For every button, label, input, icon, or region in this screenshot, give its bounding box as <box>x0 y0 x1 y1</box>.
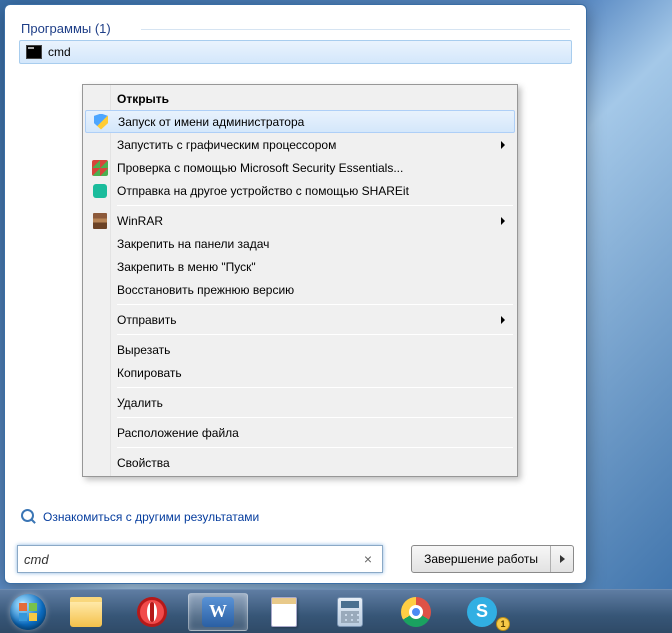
see-more-results-link[interactable]: Ознакомиться с другими результатами <box>21 509 259 525</box>
menu-item[interactable]: Отправить <box>85 308 515 331</box>
menu-item-label: Восстановить прежнюю версию <box>117 283 294 297</box>
menu-item[interactable]: WinRAR <box>85 209 515 232</box>
see-more-label: Ознакомиться с другими результатами <box>43 510 259 524</box>
search-result-cmd[interactable]: cmd <box>19 40 572 64</box>
folder-icon <box>70 597 102 627</box>
skype-icon: S <box>467 597 497 627</box>
start-footer: × Завершение работы <box>17 545 574 573</box>
chevron-right-icon <box>501 141 505 149</box>
search-input[interactable] <box>24 552 360 567</box>
shutdown-label[interactable]: Завершение работы <box>412 546 551 572</box>
menu-item-label: Запуск от имени администратора <box>118 115 304 129</box>
menu-separator <box>117 447 513 448</box>
menu-item[interactable]: Открыть <box>85 87 515 110</box>
menu-separator <box>117 387 513 388</box>
search-icon <box>21 509 37 525</box>
opera-icon <box>137 597 167 627</box>
clear-search-icon[interactable]: × <box>360 551 376 567</box>
taskbar-opera[interactable] <box>122 593 182 631</box>
menu-item-label: Удалить <box>117 396 163 410</box>
menu-item[interactable]: Свойства <box>85 451 515 474</box>
chevron-right-icon <box>501 217 505 225</box>
menu-separator <box>117 334 513 335</box>
menu-item-label: Закрепить на панели задач <box>117 237 269 251</box>
search-box[interactable]: × <box>17 545 383 573</box>
menu-item-label: Открыть <box>117 92 169 106</box>
notification-badge: 1 <box>496 617 510 631</box>
search-result-label: cmd <box>48 45 71 59</box>
chevron-right-icon <box>560 555 565 563</box>
menu-item-label: Свойства <box>117 456 170 470</box>
chrome-icon <box>401 597 431 627</box>
start-button[interactable] <box>6 592 50 632</box>
menu-item[interactable]: Расположение файла <box>85 421 515 444</box>
menu-item-label: Запустить с графическим процессором <box>117 138 336 152</box>
taskbar-calculator[interactable] <box>320 593 380 631</box>
word-icon: W <box>202 597 234 627</box>
taskbar-explorer[interactable] <box>56 593 116 631</box>
menu-item[interactable]: Закрепить на панели задач <box>85 232 515 255</box>
menu-item[interactable]: Отправка на другое устройство с помощью … <box>85 179 515 202</box>
menu-item-label: Закрепить в меню "Пуск" <box>117 260 256 274</box>
menu-item[interactable]: Проверка с помощью Microsoft Security Es… <box>85 156 515 179</box>
menu-item[interactable]: Вырезать <box>85 338 515 361</box>
menu-item-label: Копировать <box>117 366 182 380</box>
menu-separator <box>117 417 513 418</box>
taskbar-notepad[interactable] <box>254 593 314 631</box>
taskbar-word[interactable]: W <box>188 593 248 631</box>
menu-item[interactable]: Удалить <box>85 391 515 414</box>
menu-item-label: Расположение файла <box>117 426 239 440</box>
chevron-right-icon <box>501 316 505 324</box>
menu-item-label: Проверка с помощью Microsoft Security Es… <box>117 161 403 175</box>
shield-icon <box>94 114 108 130</box>
taskbar: W S 1 <box>0 589 672 633</box>
shutdown-button[interactable]: Завершение работы <box>411 545 574 573</box>
menu-item[interactable]: Запустить с графическим процессором <box>85 133 515 156</box>
cmd-icon <box>26 45 42 59</box>
context-menu: Открыть Запуск от имени администратора Зап… <box>82 84 518 477</box>
menu-item-label: WinRAR <box>117 214 163 228</box>
windows-orb-icon <box>10 594 46 630</box>
menu-item-label: Вырезать <box>117 343 170 357</box>
menu-item-label: Отправка на другое устройство с помощью … <box>117 184 409 198</box>
calculator-icon <box>337 597 363 627</box>
menu-item[interactable]: Запуск от имени администратора <box>85 110 515 133</box>
shareit-icon <box>93 184 107 198</box>
winrar-icon <box>93 213 107 229</box>
notepad-icon <box>271 597 297 627</box>
menu-item[interactable]: Восстановить прежнюю версию <box>85 278 515 301</box>
menu-separator <box>117 304 513 305</box>
taskbar-skype[interactable]: S 1 <box>452 593 512 631</box>
menu-separator <box>117 205 513 206</box>
section-header-programs: Программы (1) <box>21 21 570 36</box>
menu-item-label: Отправить <box>117 313 177 327</box>
menu-item[interactable]: Копировать <box>85 361 515 384</box>
shutdown-options-arrow[interactable] <box>551 546 573 572</box>
taskbar-chrome[interactable] <box>386 593 446 631</box>
security-essentials-icon <box>92 160 108 176</box>
menu-item[interactable]: Закрепить в меню "Пуск" <box>85 255 515 278</box>
